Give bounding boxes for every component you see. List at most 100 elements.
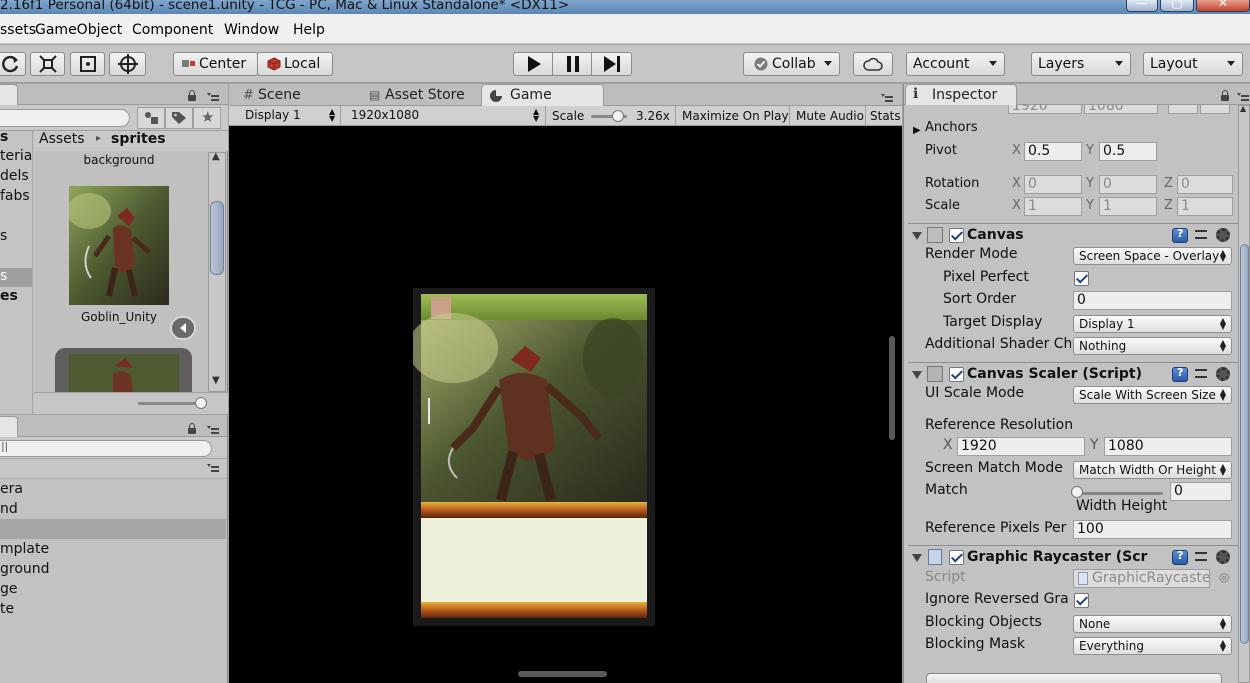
object-picker-icon[interactable]: ◎ [1219, 570, 1229, 584]
filter-by-type-button[interactable] [137, 107, 165, 129]
pivot-x-field[interactable]: 0.5 [1024, 142, 1082, 161]
project-tab[interactable] [0, 84, 18, 105]
mute-audio-toggle[interactable]: Mute Audio [789, 106, 865, 126]
pause-button[interactable] [552, 52, 592, 76]
match-slider-handle[interactable] [1071, 486, 1083, 498]
project-search-input[interactable] [0, 109, 130, 127]
hierarchy-tab[interactable] [0, 416, 18, 437]
graphic-raycaster-header[interactable]: Graphic Raycaster (Scr [908, 545, 1238, 567]
match-value-field[interactable]: 0 [1170, 482, 1232, 501]
game-horizontal-scrollbar[interactable] [518, 671, 607, 677]
add-component-button[interactable] [926, 673, 1222, 683]
screen-match-mode-dropdown[interactable]: Match Width Or Height ▲ ▼ [1073, 461, 1232, 479]
step-button[interactable] [591, 52, 632, 76]
layers-dropdown[interactable]: Layers [1031, 52, 1131, 76]
transform-tool-button[interactable] [109, 52, 146, 76]
breadcrumb-sprites[interactable]: sprites [111, 131, 166, 147]
minimize-button[interactable]: — [1126, 0, 1158, 12]
fold-down-icon[interactable] [912, 232, 922, 240]
folder-tree-item-selected[interactable]: s [0, 268, 7, 284]
menu-component[interactable]: Component [132, 22, 213, 38]
scrollbar-thumb[interactable] [210, 201, 224, 275]
maximize-on-play-toggle[interactable]: Maximize On Play [675, 106, 789, 126]
scale-x-field[interactable]: 1 [1024, 197, 1082, 216]
canvas-scaler-enabled-checkbox[interactable] [949, 367, 964, 382]
hierarchy-search-input[interactable]: ll [0, 440, 212, 457]
graphic-raycaster-enabled-checkbox[interactable] [949, 550, 964, 565]
display-dropdown[interactable]: Display 1 ▲ ▼ [233, 106, 341, 126]
reference-pixels-field[interactable]: 100 [1073, 520, 1232, 539]
account-dropdown[interactable]: Account [906, 52, 1005, 76]
tab-asset-store[interactable]: ▤ Asset Store [363, 85, 483, 107]
resolution-dropdown[interactable]: 1920x1080 ▲ ▼ [342, 106, 546, 126]
hierarchy-item-background[interactable]: nd [0, 501, 18, 517]
menu-window[interactable]: Window [224, 22, 279, 38]
hierarchy-item-foreground[interactable]: ground [0, 561, 50, 577]
pivot-y-field[interactable]: 0.5 [1099, 142, 1157, 161]
gear-icon[interactable] [1216, 228, 1230, 242]
scene-menu-icon[interactable] [207, 464, 219, 474]
blocking-mask-dropdown[interactable]: Everything ▲ ▼ [1073, 637, 1232, 655]
panel-menu-icon[interactable] [881, 94, 893, 104]
tab-scene[interactable]: # Scene [239, 85, 349, 107]
hierarchy-item-template[interactable]: mplate [0, 541, 49, 557]
gear-icon[interactable] [1216, 367, 1230, 381]
canvas-scaler-header[interactable]: Canvas Scaler (Script) [908, 362, 1238, 384]
folder-tree-item[interactable]: fabs [0, 188, 30, 204]
menu-assets[interactable]: ssets [0, 22, 36, 38]
rotation-y-field[interactable]: 0 [1099, 175, 1157, 194]
game-vertical-scrollbar[interactable] [889, 336, 895, 440]
help-book-icon[interactable] [1172, 227, 1188, 243]
tab-inspector[interactable]: ℹ Inspector [905, 84, 1017, 105]
play-button[interactable] [513, 52, 553, 76]
preset-icon[interactable] [1195, 550, 1209, 564]
folder-tree-item[interactable]: es [0, 288, 18, 304]
maximize-button[interactable]: ▢ [1160, 0, 1194, 12]
scale-slider-handle[interactable] [612, 110, 624, 122]
inspector-scrollbar-thumb[interactable] [1240, 244, 1249, 644]
anchors-label[interactable]: Anchors [925, 120, 978, 135]
lock-icon[interactable] [188, 90, 196, 101]
stats-toggle[interactable]: Stats [865, 106, 902, 126]
hierarchy-item-selected[interactable] [0, 519, 226, 539]
inspector-scrollbar[interactable]: ▲ [1238, 104, 1250, 683]
tab-game[interactable]: Game [481, 84, 604, 106]
scroll-down-icon[interactable]: ▼ [212, 375, 220, 386]
match-slider-track[interactable] [1075, 492, 1163, 495]
fold-down-icon[interactable] [912, 554, 922, 562]
help-book-icon[interactable] [1172, 549, 1188, 565]
anchors-fold-icon[interactable]: ▶ [913, 125, 921, 136]
panel-menu-icon[interactable] [1237, 93, 1249, 103]
goblin-sub-sprite-thumbnail[interactable] [55, 348, 192, 392]
folder-tree-item[interactable]: dels [0, 168, 29, 184]
hierarchy-item-text[interactable]: te [0, 601, 14, 617]
asset-grid-scrollbar[interactable]: ▲ ▼ [208, 151, 226, 392]
close-window-button[interactable]: ✕ [1196, 0, 1250, 12]
layout-dropdown[interactable]: Layout [1143, 52, 1243, 76]
favorites-button[interactable]: ★ [193, 107, 221, 129]
filter-by-label-button[interactable] [165, 107, 193, 129]
gear-icon[interactable] [1216, 550, 1230, 564]
scale-y-field[interactable]: 1 [1099, 197, 1157, 216]
preset-icon[interactable] [1195, 367, 1209, 381]
blocking-objects-dropdown[interactable]: None ▲ ▼ [1073, 615, 1232, 633]
panel-menu-icon[interactable] [207, 426, 219, 436]
menu-gameobject[interactable]: GameObject [35, 22, 122, 38]
lock-icon[interactable] [1221, 90, 1229, 101]
folder-tree-item[interactable]: terials [0, 148, 32, 164]
pixel-perfect-checkbox[interactable] [1074, 271, 1089, 286]
scroll-up-icon[interactable]: ▲ [212, 151, 220, 162]
rotation-z-field[interactable]: 0 [1177, 175, 1233, 194]
reference-resolution-y-field[interactable]: 1080 [1104, 437, 1232, 456]
canvas-component-header[interactable]: Canvas [908, 223, 1238, 245]
rotate-tool-button[interactable] [0, 52, 26, 76]
scroll-up-icon[interactable]: ▲ [1240, 104, 1246, 113]
scale-z-field[interactable]: 1 [1177, 197, 1233, 216]
pivot-local-button[interactable]: Local [257, 52, 333, 76]
target-display-dropdown[interactable]: Display 1 ▲ ▼ [1073, 315, 1232, 333]
breadcrumb-assets[interactable]: Assets [39, 131, 85, 147]
pivot-center-button[interactable]: Center [173, 52, 258, 76]
additional-shader-dropdown[interactable]: Nothing ▲ ▼ [1073, 337, 1232, 355]
ignore-reversed-checkbox[interactable] [1074, 593, 1089, 608]
cloud-button[interactable] [853, 52, 893, 76]
